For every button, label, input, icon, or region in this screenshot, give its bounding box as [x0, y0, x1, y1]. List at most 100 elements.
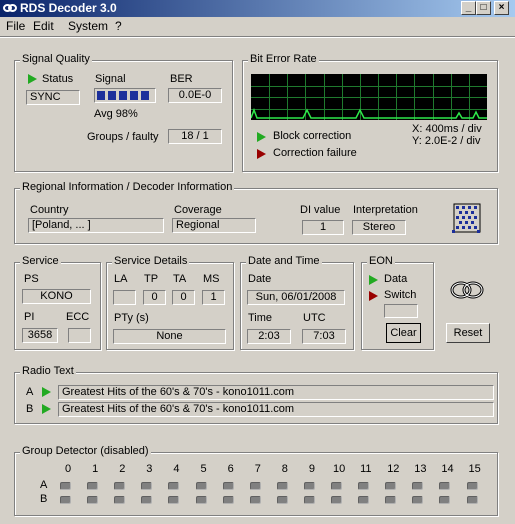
minimize-button[interactable]: _ [461, 1, 476, 15]
status-value: SYNC [26, 90, 80, 105]
group-detector-column-8: 8 [281, 463, 288, 475]
group-led-b-14 [439, 496, 451, 504]
group-led-b-7 [249, 496, 261, 504]
group-led-b-9 [303, 496, 315, 504]
group-detector-column-6: 6 [227, 463, 234, 475]
coverage-label: Coverage [174, 204, 222, 216]
group-led-b-8 [276, 496, 288, 504]
menu-help[interactable]: ? [115, 19, 122, 33]
ecc-value [68, 328, 91, 343]
group-detector-column-5: 5 [200, 463, 207, 475]
group-led-b-15 [466, 496, 478, 504]
group-led-b-2 [114, 496, 126, 504]
tp-label: TP [144, 273, 159, 285]
group-detector-column-1: 1 [92, 463, 99, 475]
group-led-a-10 [331, 482, 342, 490]
group-led-b-3 [141, 496, 153, 504]
interpretation-value: Stereo [352, 220, 406, 235]
group-detector-column-10: 10 [333, 463, 346, 475]
signal-bars [97, 91, 149, 100]
window-title: RDS Decoder 3.0 [20, 1, 117, 15]
ber-label: BER [170, 73, 193, 85]
menu-edit[interactable]: Edit [33, 19, 54, 33]
decoder-grid-icon[interactable] [451, 203, 481, 235]
group-led-b-0 [60, 496, 71, 504]
ecc-label: ECC [66, 311, 90, 323]
regional-info-label: Regional Information / Decoder Informati… [20, 181, 235, 193]
group-detector-column-13: 13 [414, 463, 427, 475]
radio-text-b-label: B [26, 403, 34, 415]
ms-value: 1 [202, 290, 225, 305]
time-value: 2:03 [247, 329, 291, 344]
coverage-value: Regional [172, 218, 256, 233]
pty-value: None [113, 329, 226, 344]
ms-label: MS [203, 273, 220, 285]
group-led-a-0 [60, 482, 71, 490]
group-detector-row-a-label: A [40, 479, 48, 491]
time-label: Time [248, 312, 273, 324]
group-led-a-4 [168, 482, 180, 490]
correction-failure-label: Correction failure [273, 147, 357, 159]
group-led-b-11 [358, 496, 370, 504]
ta-label: TA [173, 273, 187, 285]
group-led-a-11 [358, 482, 370, 490]
rds-logo-icon [450, 281, 484, 299]
block-correction-icon [257, 132, 266, 142]
radio-text-b-value: Greatest Hits of the 60's & 70's - kono1… [58, 402, 494, 417]
signal-bar-2 [108, 91, 116, 100]
group-detector-column-0: 0 [65, 463, 72, 475]
service-label: Service [20, 255, 61, 267]
maximize-button[interactable]: □ [476, 1, 491, 15]
group-led-b-10 [331, 496, 342, 504]
eon-switch-label: Switch [384, 289, 417, 301]
regional-info-group [14, 188, 498, 244]
di-value-label: DI value [300, 204, 341, 216]
eon-data-icon [369, 275, 378, 285]
group-led-a-13 [412, 482, 424, 490]
group-detector-column-12: 12 [387, 463, 400, 475]
ps-label: PS [24, 273, 39, 285]
date-value: Sun, 06/01/2008 [247, 290, 345, 305]
group-detector-column-4: 4 [173, 463, 180, 475]
close-button[interactable]: × [494, 1, 509, 15]
country-value: [Poland, ... ] [28, 218, 164, 233]
date-time-label: Date and Time [246, 255, 322, 267]
signal-quality-label: Signal Quality [20, 53, 92, 65]
la-value [113, 290, 136, 305]
radio-text-a-label: A [26, 386, 34, 398]
group-led-b-12 [385, 496, 397, 504]
groups-label: Groups / faulty [87, 131, 159, 143]
date-label: Date [248, 273, 272, 285]
group-led-b-6 [222, 496, 234, 504]
menu-divider-highlight [0, 37, 515, 38]
la-label: LA [114, 273, 128, 285]
signal-bar-3 [119, 91, 127, 100]
di-value: 1 [302, 220, 344, 235]
clear-button[interactable]: Clear [386, 323, 421, 343]
signal-bar-4 [130, 91, 138, 100]
signal-bar-5 [141, 91, 149, 100]
group-detector-column-7: 7 [254, 463, 261, 475]
bit-error-rate-label: Bit Error Rate [248, 53, 319, 65]
y-scale-label: Y: 2.0E-2 / div [412, 135, 481, 147]
interpretation-label: Interpretation [353, 204, 418, 216]
groups-value: 18 / 1 [168, 129, 222, 144]
radio-text-a-icon [42, 387, 51, 397]
group-led-a-15 [466, 482, 478, 490]
menu-system[interactable]: System [68, 19, 108, 33]
group-led-a-6 [222, 482, 234, 490]
group-led-b-13 [412, 496, 424, 504]
group-led-a-14 [439, 482, 451, 490]
block-correction-label: Block correction [273, 130, 352, 142]
reset-button[interactable]: Reset [446, 323, 490, 343]
pi-value: 3658 [22, 328, 58, 343]
group-detector-column-14: 14 [441, 463, 454, 475]
utc-value: 7:03 [302, 329, 346, 344]
group-led-a-1 [87, 482, 99, 490]
signal-bar-1 [97, 91, 105, 100]
eon-label: EON [367, 255, 395, 267]
menu-file[interactable]: File [6, 19, 25, 33]
group-led-a-12 [385, 482, 397, 490]
group-led-a-3 [141, 482, 153, 490]
radio-text-label: Radio Text [20, 365, 76, 377]
